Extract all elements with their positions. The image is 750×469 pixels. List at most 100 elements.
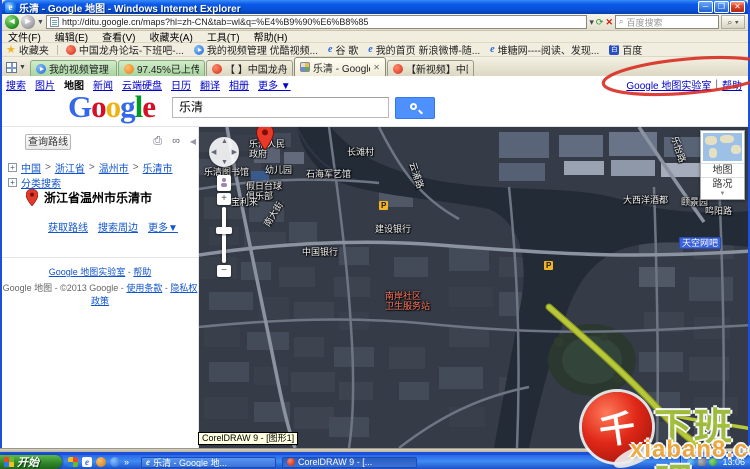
minimize-button[interactable]: ─ <box>698 1 713 13</box>
overview-minimap[interactable] <box>703 133 742 161</box>
zoom-slider-handle[interactable] <box>216 227 232 234</box>
continent-shape <box>720 135 734 143</box>
map-label: 幼儿园 <box>265 165 292 175</box>
url-text[interactable]: http://ditu.google.cn/maps?hl=zh-CN&tab=… <box>62 17 368 27</box>
pegman-icon[interactable] <box>217 175 231 191</box>
taskbar-button[interactable]: CorelDRAW 9 - [... <box>282 457 417 468</box>
menu-item[interactable]: 查看(V) <box>102 29 135 44</box>
maps-search-input[interactable]: 乐清 <box>172 97 389 118</box>
collapse-panel-icon[interactable]: ◀ <box>190 137 196 146</box>
favorites-item[interactable]: e谷 歌 <box>328 43 358 57</box>
chevron-down-icon[interactable]: ▼ <box>701 191 744 199</box>
search-options-button[interactable]: ⌕ ▾ <box>721 15 745 29</box>
media-player-icon[interactable] <box>68 457 78 467</box>
print-icon[interactable]: ⎙ <box>153 135 162 148</box>
menu-item[interactable]: 工具(T) <box>207 29 240 44</box>
browser-window: e 乐清 - Google 地图 - Windows Internet Expl… <box>0 0 750 455</box>
maximize-button[interactable]: ❐ <box>714 1 729 13</box>
gnav-more[interactable]: 更多 ▼ <box>258 77 291 92</box>
map-marker-pin[interactable] <box>256 127 274 150</box>
help-link[interactable]: 帮助 <box>722 77 742 92</box>
gnav-link-日历[interactable]: 日历 <box>171 77 191 92</box>
link-icon[interactable]: ∞ <box>172 135 180 148</box>
menu-item[interactable]: 编辑(E) <box>55 29 88 44</box>
maps-labs-link[interactable]: Google 地图实验室 <box>626 77 711 92</box>
tab-close-icon[interactable]: ✕ <box>373 63 380 72</box>
menu-item[interactable]: 帮助(H) <box>254 29 288 44</box>
back-button[interactable]: ◄ <box>5 15 19 29</box>
logo-letter: G <box>68 89 91 125</box>
map-view-button[interactable]: 地图 <box>701 163 744 177</box>
directions-button[interactable]: 查询路线 <box>25 134 71 150</box>
taskbar-button[interactable]: e乐清 - Google 地... <box>141 457 276 468</box>
expand-icon[interactable]: + <box>8 163 17 172</box>
gnav-link-翻译[interactable]: 翻译 <box>200 77 220 92</box>
favorites-item[interactable]: 我的视频管理 优酷视频... <box>194 43 318 57</box>
pan-control[interactable]: ▲ ▼ ◀ ▶ <box>209 137 239 167</box>
breadcrumb-link[interactable]: 中国 <box>21 160 41 175</box>
browser-tab[interactable]: 97.45%已上传 - 土豆网 ... <box>118 60 205 76</box>
terms-link[interactable]: 使用条款 <box>126 283 162 293</box>
refresh-icon[interactable]: ⟳ <box>596 16 604 29</box>
browser-tab[interactable]: 【新视频】中国龙舟论坛... <box>387 60 474 76</box>
title-bar[interactable]: e 乐清 - Google 地图 - Windows Internet Expl… <box>2 0 748 14</box>
breadcrumb-link[interactable]: 乐清市 <box>143 160 173 175</box>
zoom-out-button[interactable]: − <box>217 265 231 277</box>
gnav-link-相册[interactable]: 相册 <box>229 77 249 92</box>
result-link[interactable]: 搜索周边 <box>98 219 138 234</box>
address-bar[interactable]: http://ditu.google.cn/maps?hl=zh-CN&tab=… <box>46 15 587 29</box>
breadcrumb-link[interactable]: 浙江省 <box>55 160 85 175</box>
gnav-link-图片[interactable]: 图片 <box>35 77 55 92</box>
browser-tab[interactable]: 乐清 - Google 地图✕ <box>294 57 386 76</box>
play-icon <box>36 64 46 74</box>
category-search-link[interactable]: 分类搜索 <box>21 175 61 190</box>
pan-left-icon[interactable]: ◀ <box>211 148 216 156</box>
search-result[interactable]: 浙江省温州市乐清市 <box>26 189 152 206</box>
menu-item[interactable]: 收藏夹(A) <box>149 29 192 44</box>
tab-list-dropdown-icon[interactable]: ▼ <box>19 64 26 71</box>
web-search-box[interactable]: ⌕ 百度搜索 <box>615 15 719 29</box>
browser-tab[interactable]: 【 】中国龙舟论坛... <box>206 60 293 76</box>
quick-launch-overflow-icon[interactable]: » <box>124 457 129 467</box>
favorites-item[interactable]: e我的首页 新浪微博-随... <box>368 43 480 57</box>
ie-quicklaunch-icon[interactable]: e <box>82 457 92 467</box>
close-button[interactable]: ✕ <box>730 1 745 13</box>
expand-icon[interactable]: + <box>8 178 17 187</box>
zoom-in-button[interactable]: + <box>217 193 231 205</box>
stop-icon[interactable]: ✕ <box>605 16 613 29</box>
dragon-icon <box>212 64 222 74</box>
app-icon[interactable] <box>110 457 120 467</box>
history-dropdown-icon[interactable]: ▼ <box>37 16 44 29</box>
start-button[interactable]: 开始 <box>0 455 62 469</box>
labs-link[interactable]: Google 地图实验室 <box>49 267 126 277</box>
menu-item[interactable]: 文件(F) <box>8 29 41 44</box>
favorites-item[interactable]: 中国龙舟论坛-下班吧-... <box>66 43 184 57</box>
zoom-slider-track[interactable] <box>222 207 226 263</box>
tray-icon[interactable] <box>687 458 695 466</box>
pan-down-icon[interactable]: ▼ <box>221 159 228 166</box>
result-link[interactable]: 获取路线 <box>48 219 88 234</box>
app-icon[interactable] <box>96 457 106 467</box>
favorites-item[interactable]: 百百度 <box>609 43 642 57</box>
breadcrumb-separator: > <box>45 162 51 173</box>
quick-tabs-button[interactable]: ▼ <box>6 59 26 75</box>
maps-search-button[interactable] <box>395 97 435 119</box>
tray-icon[interactable] <box>709 458 717 466</box>
gnav-link-搜索[interactable]: 搜索 <box>6 77 26 92</box>
tray-icon[interactable] <box>698 458 706 466</box>
pan-right-icon[interactable]: ▶ <box>232 148 237 156</box>
traffic-button[interactable]: 路况 <box>701 177 744 191</box>
help-link-2[interactable]: 帮助 <box>133 267 151 277</box>
forward-button[interactable]: ► <box>21 15 35 29</box>
breadcrumb-link[interactable]: 温州市 <box>99 160 129 175</box>
address-dropdown-icon[interactable]: ▾ <box>589 16 594 29</box>
continent-shape <box>705 136 717 145</box>
browser-tab[interactable]: 我的视频管理 优酷视频... <box>30 60 117 76</box>
pan-up-icon[interactable]: ▲ <box>221 138 228 145</box>
favorites-button[interactable]: ★ 收藏夹 <box>6 43 49 57</box>
satellite-map[interactable]: 乐清人民 政府长滩村乐清图书馆幼儿园石海军艺馆假日台球 俱乐部宝利来南大街云浦路… <box>199 127 748 448</box>
favorites-item-label: 堆糖网----阅读、发现... <box>498 43 600 57</box>
result-link[interactable]: 更多▼ <box>148 219 178 234</box>
corel-icon <box>287 458 295 466</box>
favorites-item[interactable]: e堆糖网----阅读、发现... <box>490 43 599 57</box>
